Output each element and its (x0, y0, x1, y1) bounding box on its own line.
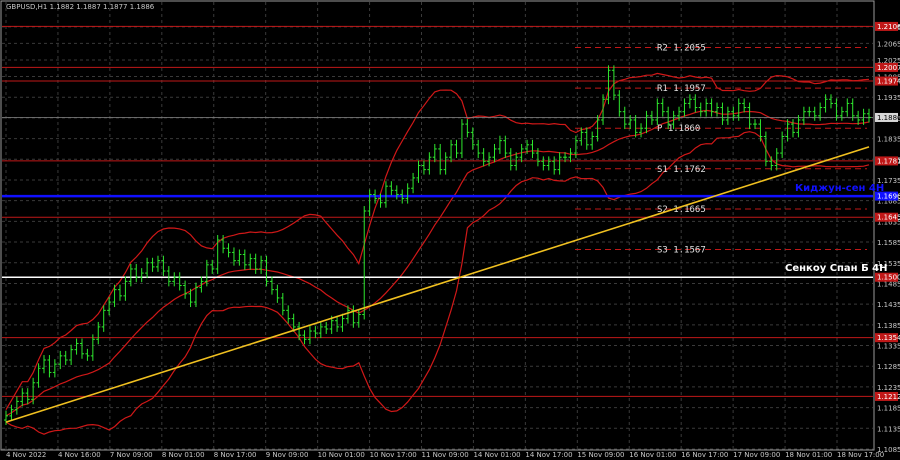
price-chart[interactable]: R2 1.2055R1 1.1957P 1.1860S1 1.1762S2 1.… (0, 0, 900, 460)
x-tick-label: 10 Nov 01:00 (318, 451, 365, 459)
senkou-label: Сенкоу Спан Б 4H (785, 263, 888, 274)
x-tick-label: 14 Nov 01:00 (473, 451, 520, 459)
pivot-label: R2 1.2055 (657, 44, 706, 54)
y-tick-label: 1.1185 (877, 405, 900, 413)
candles (4, 65, 871, 425)
x-tick-label: 7 Nov 09:00 (110, 451, 153, 459)
y-tick-label: 1.2065 (877, 40, 900, 48)
pivot-levels: R2 1.2055R1 1.1957P 1.1860S1 1.1762S2 1.… (575, 44, 867, 256)
x-tick-label: 8 Nov 01:00 (162, 451, 205, 459)
time-axis: 4 Nov 2022 4 Nov 16:00 7 Nov 09:00 8 Nov 01… (6, 451, 884, 459)
y-tick-label: 1.1585 (877, 239, 900, 247)
y-tick-label: 1.1385 (877, 322, 900, 330)
chart-title: GBPUSD,H1 1.1882 1.1887 1.1877 1.1886 (6, 3, 155, 11)
level-label: 1.2007 (877, 64, 900, 72)
pivot-label: P 1.1860 (657, 124, 700, 134)
pivot-label: S3 1.1567 (657, 246, 706, 256)
pivot-label: S1 1.1762 (657, 165, 706, 175)
y-tick-label: 1.1135 (877, 425, 900, 433)
y-tick-label: 1.1835 (877, 136, 900, 144)
kijun-label: Киджун-сен 4H (795, 183, 884, 194)
level-label: 1.1500 (877, 274, 900, 282)
x-tick-label: 18 Nov 01:00 (785, 451, 832, 459)
level-label: 1.1212 (877, 393, 900, 401)
bollinger-upper (5, 72, 870, 411)
current-price-label: 1.1886 (877, 114, 900, 122)
x-tick-label: 8 Nov 17:00 (214, 451, 257, 459)
x-tick-label: 18 Nov 17:00 (837, 451, 884, 459)
y-tick-label: 1.1285 (877, 363, 900, 371)
level-label: 1.1354 (877, 334, 900, 342)
y-tick-label: 1.1335 (877, 343, 900, 351)
x-tick-label: 16 Nov 01:00 (629, 451, 676, 459)
x-tick-label: 4 Nov 16:00 (58, 451, 101, 459)
level-label: 1.1974 (877, 78, 900, 86)
level-label: 1.2106 (877, 23, 900, 31)
y-tick-label: 1.1235 (877, 384, 900, 392)
x-tick-label: 10 Nov 17:00 (370, 451, 417, 459)
x-tick-label: 11 Nov 09:00 (422, 451, 469, 459)
level-label: 1.1781 (877, 157, 900, 165)
x-tick-label: 14 Nov 17:00 (525, 451, 572, 459)
level-label: 1.1645 (877, 214, 900, 222)
x-tick-label: 16 Nov 17:00 (681, 451, 728, 459)
x-tick-label: 4 Nov 2022 (6, 451, 46, 459)
y-tick-label: 1.1435 (877, 301, 900, 309)
pivot-label: R1 1.1957 (657, 84, 706, 94)
y-tick-label: 1.1935 (877, 94, 900, 102)
x-tick-label: 17 Nov 09:00 (733, 451, 780, 459)
trendline (5, 146, 870, 423)
x-tick-label: 9 Nov 09:00 (266, 451, 309, 459)
price-axis: 1.21051.20651.20251.19851.19351.18851.18… (877, 24, 900, 454)
support-resistance-levels (2, 25, 873, 397)
trendline-segment (5, 146, 870, 423)
x-tick-label: 15 Nov 09:00 (577, 451, 624, 459)
